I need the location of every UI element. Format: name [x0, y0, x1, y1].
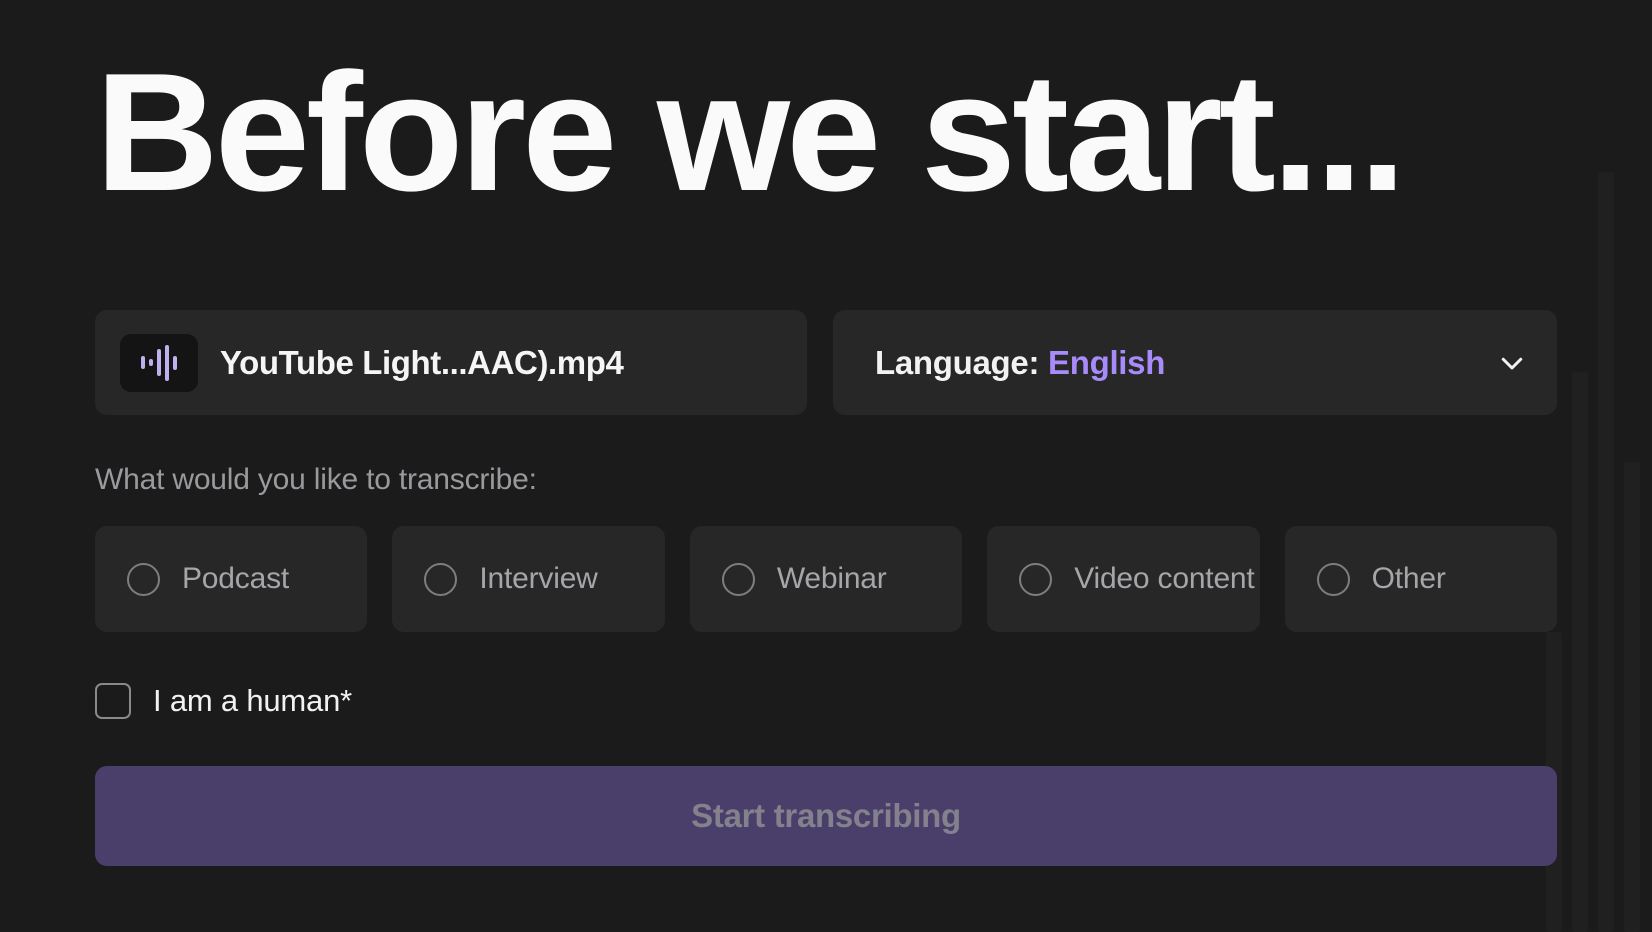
page-title: Before we start...	[95, 38, 1406, 226]
option-label: Other	[1371, 562, 1446, 595]
option-podcast[interactable]: Podcast	[95, 526, 368, 632]
transcribe-type-question: What would you like to transcribe:	[95, 463, 537, 496]
language-select-text: Language: English	[875, 344, 1165, 382]
radio-icon	[1316, 562, 1350, 596]
language-select[interactable]: Language: English	[833, 310, 1557, 415]
option-label: Podcast	[182, 562, 289, 595]
option-other[interactable]: Other	[1284, 526, 1558, 632]
selected-file-chip[interactable]: YouTube Light...AAC).mp4	[95, 310, 807, 415]
audio-waveform-icon	[120, 333, 198, 392]
radio-icon	[721, 562, 755, 596]
human-verification-row[interactable]: I am a human*	[95, 683, 352, 719]
human-verification-label: I am a human*	[153, 683, 353, 718]
file-name-label: YouTube Light...AAC).mp4	[220, 343, 624, 381]
radio-icon	[127, 562, 160, 596]
chevron-down-icon	[1501, 357, 1523, 369]
option-label: Video content	[1074, 562, 1255, 595]
option-label: Webinar	[776, 562, 887, 595]
language-value: English	[1048, 343, 1166, 381]
language-label: Language:	[875, 343, 1040, 381]
radio-icon	[1019, 562, 1053, 596]
option-webinar[interactable]: Webinar	[689, 526, 963, 632]
checkbox-icon[interactable]	[95, 683, 131, 719]
option-video-content[interactable]: Video content	[987, 526, 1260, 632]
option-label: Interview	[479, 562, 598, 595]
option-interview[interactable]: Interview	[392, 526, 665, 632]
start-transcribing-button[interactable]: Start transcribing	[95, 766, 1557, 866]
transcribe-type-options: Podcast Interview Webinar Video content …	[95, 526, 1558, 632]
transcription-setup-page: Before we start... YouTube Light...AAC).…	[0, 0, 1652, 932]
radio-icon	[424, 562, 458, 596]
file-and-language-row: YouTube Light...AAC).mp4 Language: Engli…	[95, 310, 1557, 415]
